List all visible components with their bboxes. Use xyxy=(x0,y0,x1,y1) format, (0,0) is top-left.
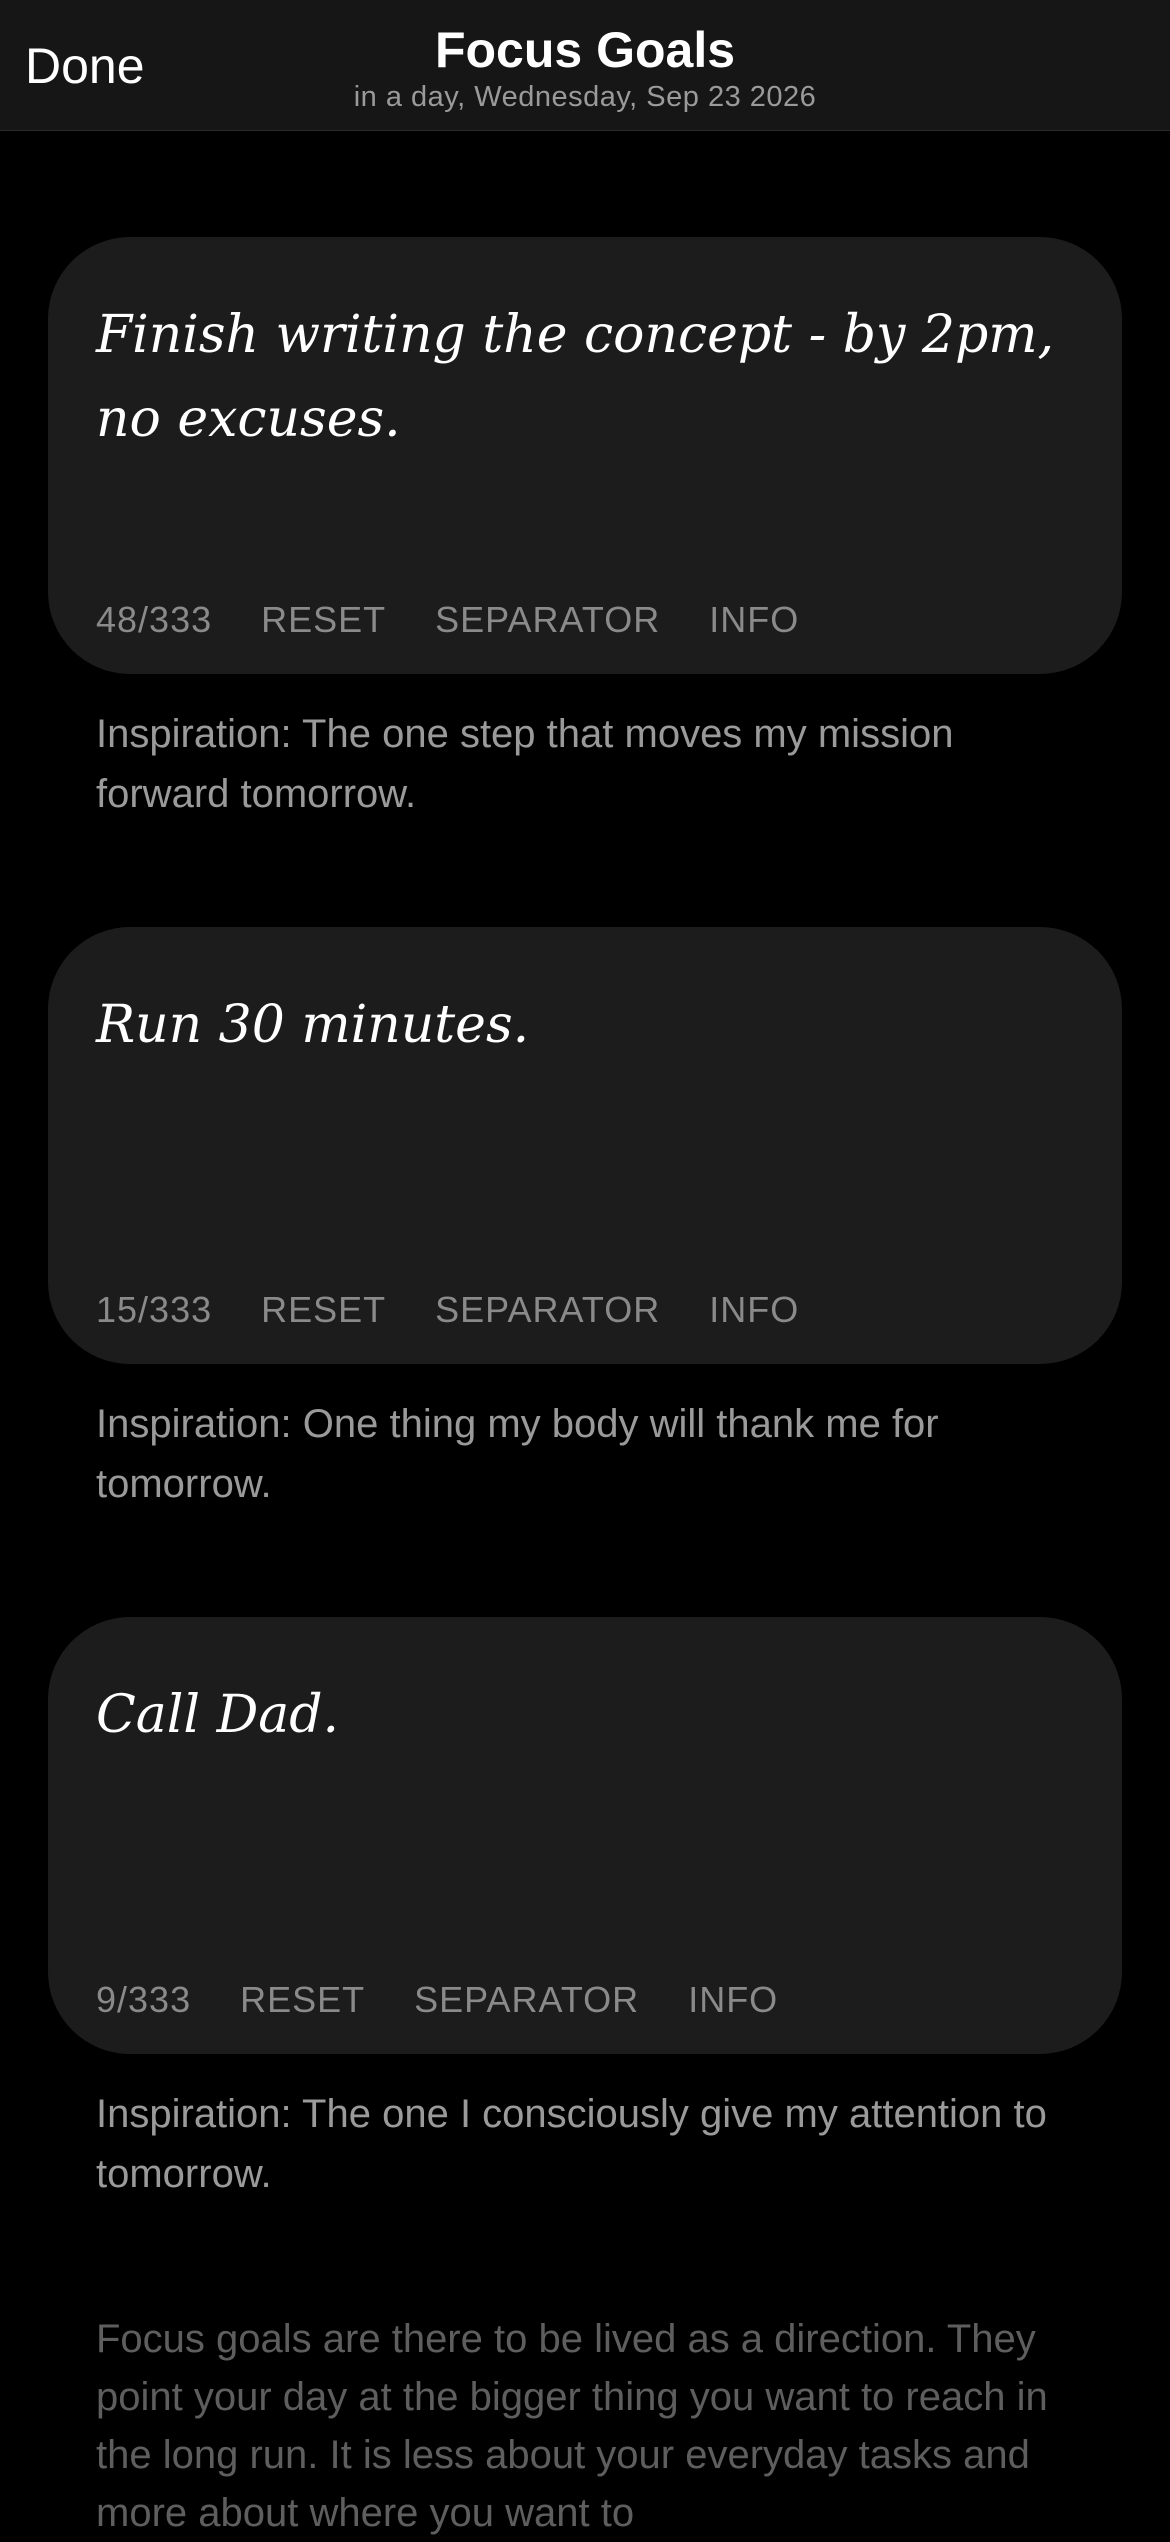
page-title: Focus Goals xyxy=(434,22,736,78)
goal-inspiration-1: Inspiration: The one step that moves my … xyxy=(96,712,954,816)
character-count: 15/333 xyxy=(96,1289,213,1330)
info-button[interactable]: INFO xyxy=(688,1979,778,2021)
navigation-bar: Done Focus Goals in a day, Wednesday, Se… xyxy=(0,0,1170,131)
info-button[interactable]: INFO xyxy=(709,599,799,641)
separator-button[interactable]: SEPARATOR xyxy=(414,1979,639,2021)
reset-button[interactable]: RESET xyxy=(240,1979,365,2021)
focus-goals-explanation: Focus goals are there to be lived as a d… xyxy=(96,2317,1048,2535)
goal-card-2[interactable]: Run 30 minutes. 15/333 RESET SEPARATOR I… xyxy=(48,927,1122,1364)
character-count: 48/333 xyxy=(96,599,213,640)
goal-card-3[interactable]: Call Dad. 9/333 RESET SEPARATOR INFO xyxy=(48,1617,1122,2054)
goal-card-toolbar: 9/333 RESET SEPARATOR INFO xyxy=(96,1970,778,2030)
goal-card-toolbar: 48/333 RESET SEPARATOR INFO xyxy=(96,590,799,650)
goal-inspiration-3: Inspiration: The one I consciously give … xyxy=(96,2092,1047,2196)
info-button[interactable]: INFO xyxy=(709,1289,799,1331)
goal-card-toolbar: 15/333 RESET SEPARATOR INFO xyxy=(96,1280,799,1340)
page-subtitle-date: in a day, Wednesday, Sep 23 2026 xyxy=(353,81,817,113)
separator-button[interactable]: SEPARATOR xyxy=(435,1289,660,1331)
reset-button[interactable]: RESET xyxy=(261,1289,386,1331)
goal-text-input[interactable]: Call Dad. xyxy=(96,1673,1096,1757)
goal-text-input[interactable]: Finish writing the concept - by 2pm, no … xyxy=(96,293,1096,461)
reset-button[interactable]: RESET xyxy=(261,599,386,641)
goal-text-input[interactable]: Run 30 minutes. xyxy=(96,983,1096,1067)
goal-inspiration-2: Inspiration: One thing my body will than… xyxy=(96,1402,939,1506)
goal-card-1[interactable]: Finish writing the concept - by 2pm, no … xyxy=(48,237,1122,674)
character-count: 9/333 xyxy=(96,1979,192,2020)
separator-button[interactable]: SEPARATOR xyxy=(435,599,660,641)
